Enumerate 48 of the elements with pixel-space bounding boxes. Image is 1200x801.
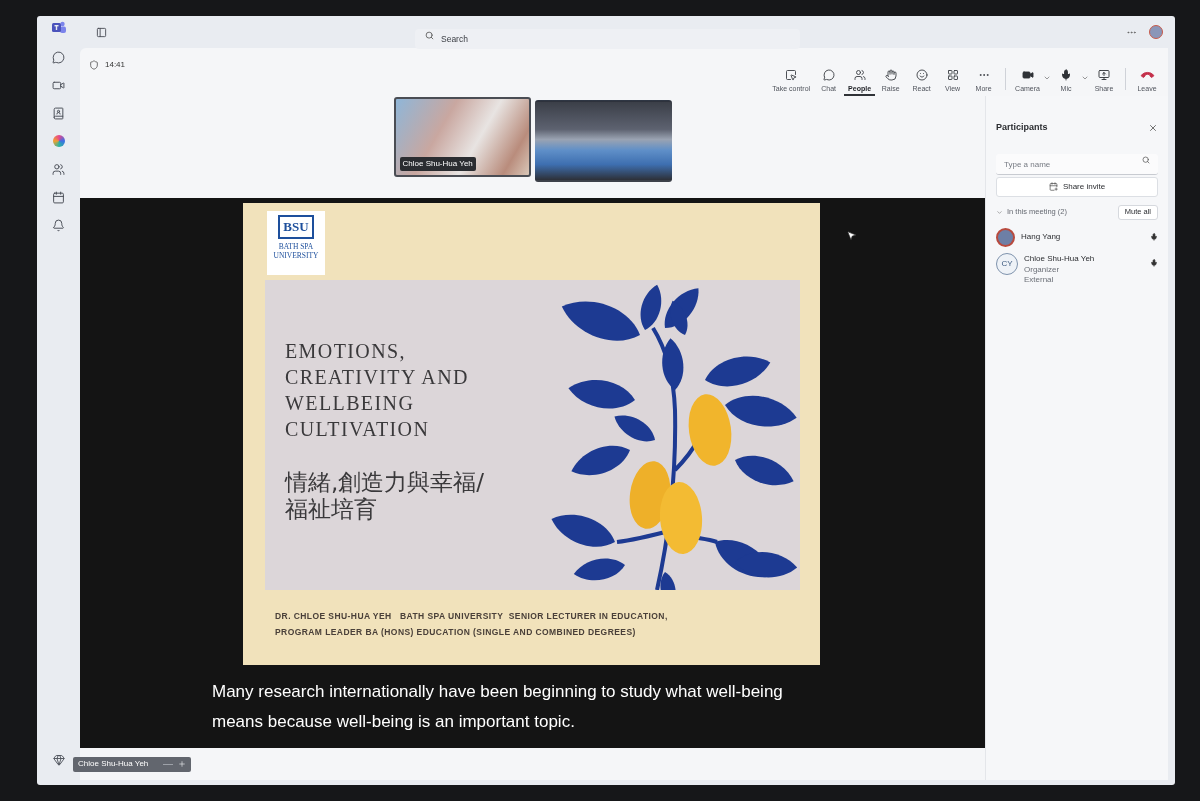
caret-icon[interactable] bbox=[1081, 74, 1089, 82]
close-icon[interactable] bbox=[1148, 122, 1158, 133]
participant-role: Organizer bbox=[1024, 264, 1061, 275]
plus-icon bbox=[178, 760, 186, 768]
share-screen-icon bbox=[1098, 68, 1110, 81]
hand-icon bbox=[884, 68, 897, 81]
meeting-timer: 14:41 bbox=[105, 59, 126, 71]
calendar-icon[interactable] bbox=[52, 190, 65, 204]
camera-icon bbox=[1021, 68, 1034, 81]
slide-footer: DR. CHLOE SHU-HUA YEH BATH SPA UNIVERSITY SENIOR LECTURER IN EDUCATION, PROGRAM LEADER BA (HONS) EDUCATION (SINGLE AND COMBINED DEGREES) bbox=[275, 608, 820, 640]
mouse-pointer-icon bbox=[846, 230, 857, 241]
slide-subtitle: 情緒,創造力與幸福/ 福祉培育 bbox=[285, 469, 486, 523]
calendar-plus-icon bbox=[1048, 182, 1058, 191]
swirl-icon[interactable] bbox=[52, 135, 65, 147]
mic-icon bbox=[1060, 68, 1072, 81]
share-invite-button[interactable]: Share invite bbox=[996, 176, 1158, 197]
avatar-placeholder[interactable] bbox=[1149, 25, 1163, 39]
cursor-square-icon bbox=[785, 68, 798, 81]
bell-icon[interactable] bbox=[52, 218, 65, 232]
gem-icon[interactable] bbox=[52, 754, 65, 766]
panel-title: Participants bbox=[996, 121, 1048, 134]
contact-book-icon[interactable] bbox=[52, 106, 65, 120]
app-logo-icon[interactable] bbox=[51, 20, 66, 34]
avatar-initials: CY bbox=[996, 252, 1018, 275]
chat-icon bbox=[822, 68, 835, 81]
search-icon bbox=[1142, 156, 1150, 164]
sidebar-toggle-icon[interactable] bbox=[96, 26, 107, 38]
participant-tab[interactable]: Chloe Shu-Hua Yeh bbox=[73, 756, 191, 772]
participant-role: External bbox=[1024, 274, 1055, 285]
search-field[interactable]: Type a name bbox=[996, 154, 1158, 175]
search-field[interactable]: Search bbox=[415, 29, 800, 49]
participant-name[interactable]: Hang Yang bbox=[1021, 231, 1061, 243]
search-icon bbox=[425, 30, 434, 40]
people-icon bbox=[853, 68, 866, 81]
logo-mark: BSU bbox=[278, 215, 314, 239]
avatar-placeholder bbox=[996, 227, 1015, 247]
chat-icon[interactable] bbox=[52, 50, 65, 64]
smile-icon bbox=[915, 68, 928, 81]
grid-icon bbox=[946, 68, 959, 81]
shield-icon bbox=[89, 60, 99, 70]
participant-name-label: Chloe Shu-Hua Yeh bbox=[399, 157, 476, 171]
participant-name[interactable]: Chloe Shu-Hua Yeh bbox=[1024, 252, 1095, 265]
mic-icon bbox=[1150, 258, 1158, 267]
slide-title: EMOTIONS, CREATIVITY AND WELLBEING CULTIVATION bbox=[285, 339, 470, 442]
people-icon[interactable] bbox=[52, 162, 65, 176]
caret-icon[interactable] bbox=[1043, 74, 1051, 82]
caption-text: Many research internationally have been beginning to study what well-being means because well-being is an important topic. bbox=[212, 681, 784, 733]
mic-icon bbox=[1150, 233, 1158, 241]
